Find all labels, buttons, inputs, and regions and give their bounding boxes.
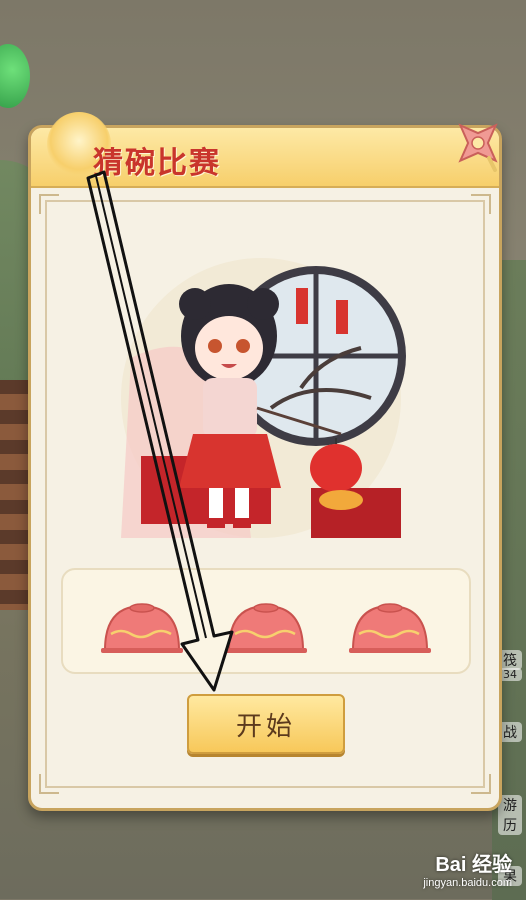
guess-bowl-dialog: 猜碗比赛 开始 xyxy=(28,112,502,811)
watermark-brand: Bai 经验 xyxy=(435,854,512,876)
side-menu-item-3[interactable]: 游历 xyxy=(498,795,522,835)
bowl-icon xyxy=(225,603,307,653)
green-orb-icon[interactable] xyxy=(0,44,30,108)
bowl-tray xyxy=(61,568,471,674)
dialog-title: 猜碗比赛 xyxy=(93,146,221,181)
bowl-right[interactable] xyxy=(347,600,433,654)
close-button[interactable] xyxy=(449,114,507,172)
dialog-header: 猜碗比赛 xyxy=(31,112,499,188)
close-icon xyxy=(458,123,498,172)
bowl-middle[interactable] xyxy=(223,600,309,654)
bowl-icon xyxy=(349,603,431,653)
bowl-left[interactable] xyxy=(99,600,185,654)
start-button[interactable]: 开始 xyxy=(187,694,345,754)
watermark-url: jingyan.baidu.com xyxy=(423,877,512,889)
character-illustration xyxy=(121,258,406,538)
watermark: Bai 经验 jingyan.baidu.com xyxy=(423,848,512,889)
bowl-icon xyxy=(101,603,183,653)
start-button-label: 开始 xyxy=(235,711,296,742)
